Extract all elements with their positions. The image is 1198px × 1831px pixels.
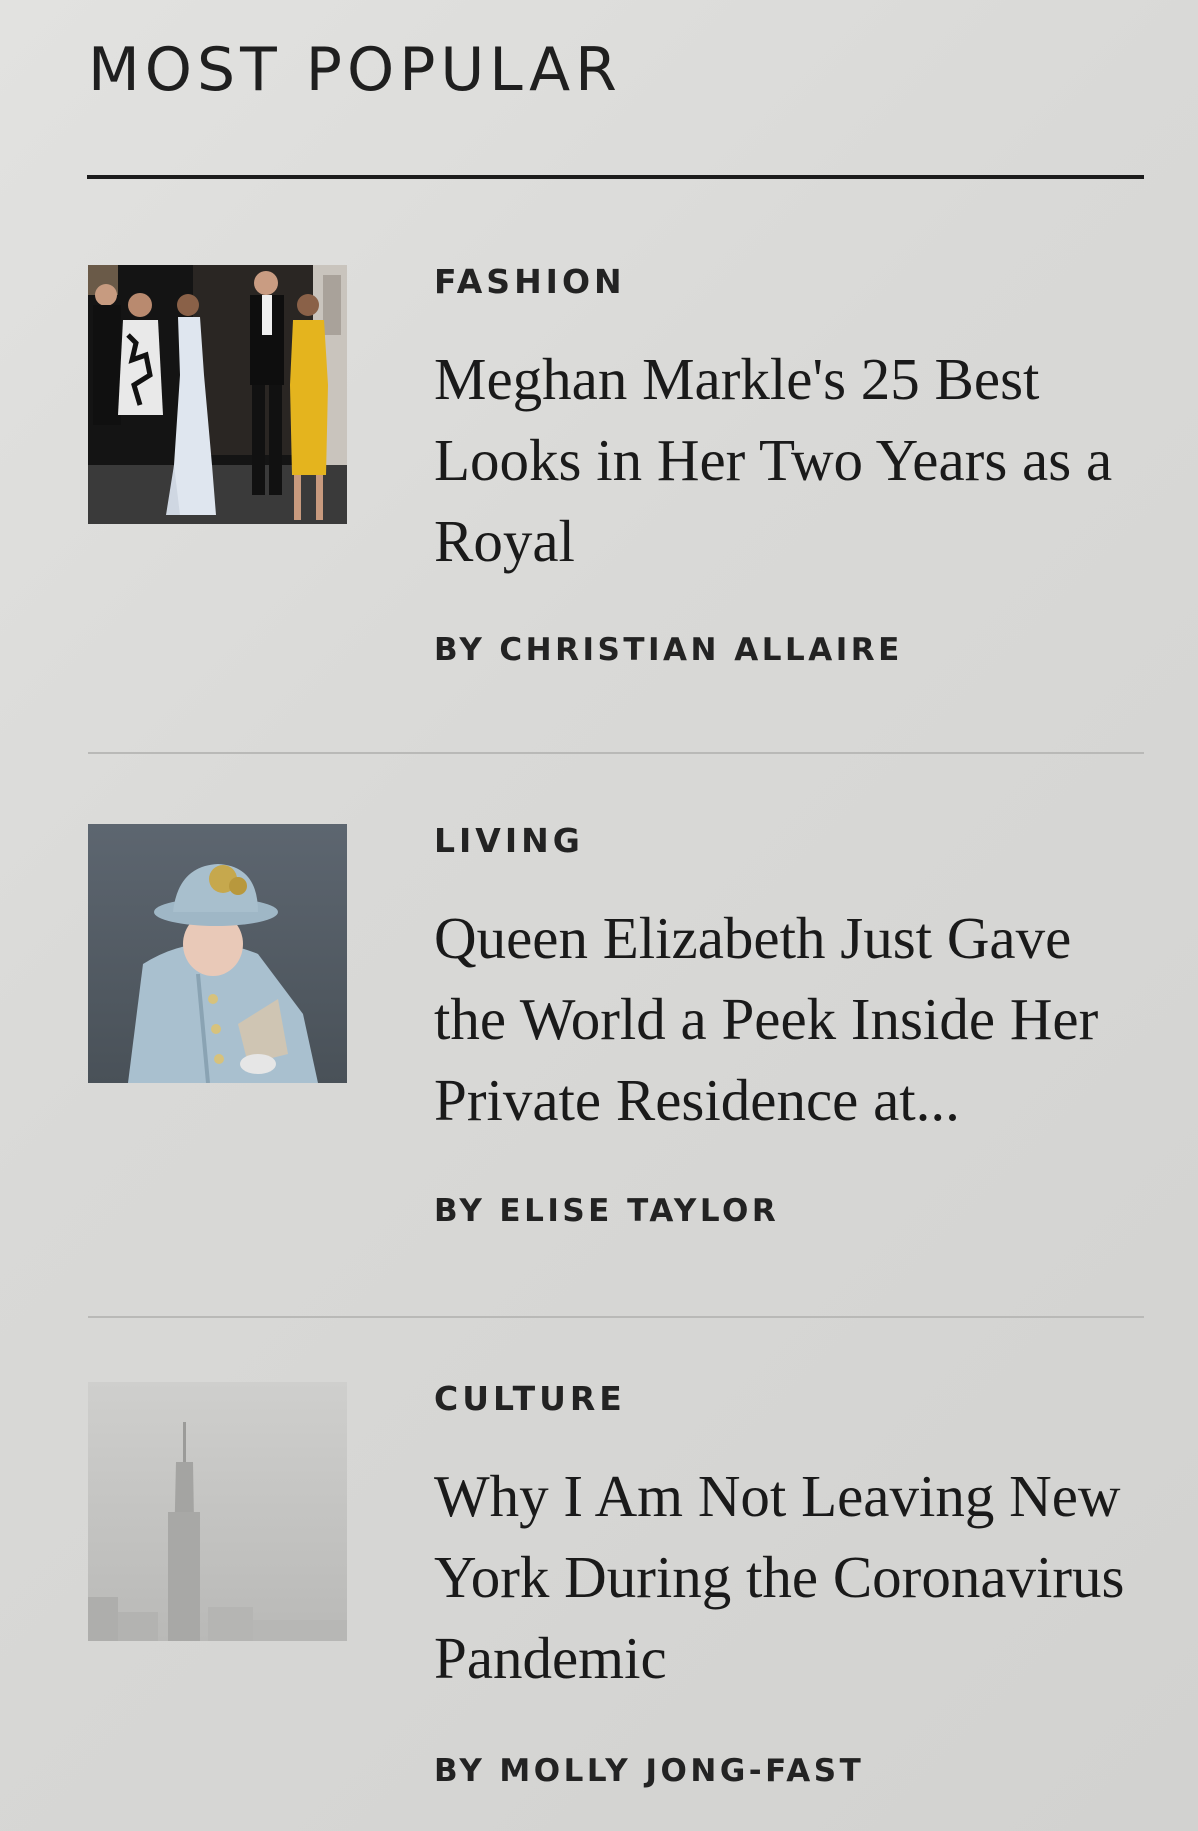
article-byline: BY MOLLY JONG-FAST: [434, 1756, 864, 1787]
article-thumbnail-2[interactable]: [88, 824, 347, 1083]
author-link[interactable]: ELISE TAYLOR: [499, 1193, 779, 1229]
article-divider: [88, 1316, 1144, 1318]
section-title: MOST POPULAR: [88, 35, 622, 105]
article-card-1[interactable]: FASHION Meghan Markle's 25 Best Looks in…: [88, 265, 1144, 705]
article-byline: BY ELISE TAYLOR: [434, 1196, 779, 1227]
article-text-1: FASHION Meghan Markle's 25 Best Looks in…: [434, 265, 1144, 666]
article-headline[interactable]: Queen Elizabeth Just Gave the World a Pe…: [434, 898, 1154, 1141]
author-link[interactable]: CHRISTIAN ALLAIRE: [499, 632, 902, 668]
article-thumbnail-3[interactable]: [88, 1382, 347, 1641]
byline-prefix: BY: [434, 1753, 486, 1789]
section-rule: [87, 175, 1144, 179]
article-card-3[interactable]: CULTURE Why I Am Not Leaving New York Du…: [88, 1382, 1144, 1822]
article-text-2: LIVING Queen Elizabeth Just Gave the Wor…: [434, 824, 1144, 1227]
byline-prefix: BY: [434, 632, 486, 668]
photo-woman-blue-hat: [88, 824, 347, 1083]
article-thumbnail-1[interactable]: [88, 265, 347, 524]
article-headline[interactable]: Why I Am Not Leaving New York During the…: [434, 1456, 1154, 1699]
article-headline[interactable]: Meghan Markle's 25 Best Looks in Her Two…: [434, 339, 1154, 582]
byline-prefix: BY: [434, 1193, 486, 1229]
article-divider: [88, 752, 1144, 754]
article-byline: BY CHRISTIAN ALLAIRE: [434, 635, 903, 666]
category-label[interactable]: LIVING: [434, 824, 1144, 857]
photo-couples-formal-wear: [88, 265, 347, 524]
author-link[interactable]: MOLLY JONG-FAST: [499, 1753, 864, 1789]
category-label[interactable]: FASHION: [434, 265, 1144, 298]
category-label[interactable]: CULTURE: [434, 1382, 1144, 1415]
article-card-2[interactable]: LIVING Queen Elizabeth Just Gave the Wor…: [88, 824, 1144, 1264]
photo-foggy-skyline: [88, 1382, 347, 1641]
article-text-3: CULTURE Why I Am Not Leaving New York Du…: [434, 1382, 1144, 1787]
